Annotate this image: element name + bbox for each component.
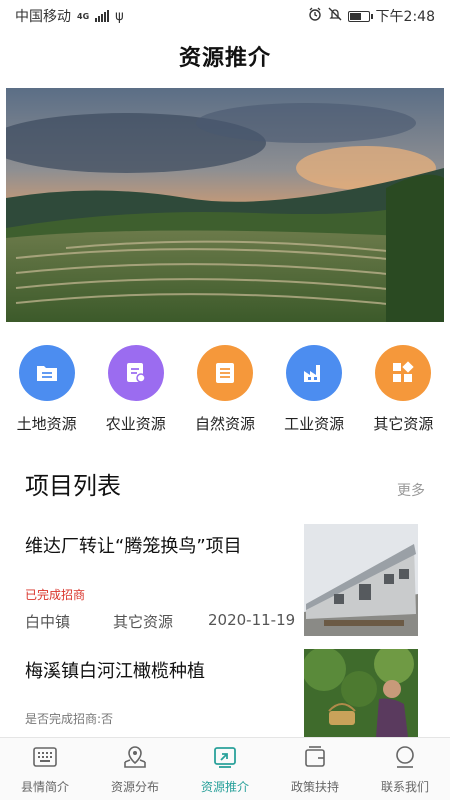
project-category: 其它资源 — [113, 613, 174, 631]
keyboard-icon — [32, 744, 58, 774]
signal-icon — [95, 10, 110, 22]
project-date: 2020-11-19 — [208, 611, 296, 629]
tab-label: 联系我们 — [380, 779, 429, 794]
project-list-title: 项目列表 — [25, 472, 121, 500]
tab-county-intro[interactable]: 县情简介 — [0, 744, 90, 795]
project-title: 维达厂转让“腾笼换鸟”项目 — [25, 536, 242, 557]
category-label: 其它资源 — [373, 415, 434, 433]
category-agriculture[interactable]: 农业资源 — [92, 345, 180, 434]
carrier-label: 中国移动 — [15, 9, 71, 25]
bottom-tab-bar: 县情简介 资源分布 资源推介 政策扶持 联系我们 — [0, 737, 450, 800]
status-left: 中国移动 4G ψ — [15, 6, 124, 26]
category-label: 工业资源 — [284, 415, 345, 433]
category-other[interactable]: 其它资源 — [359, 345, 447, 434]
project-card[interactable]: 梅溪镇白河江橄榄种植 是否完成招商:否 — [0, 645, 450, 737]
project-town: 白中镇 — [25, 613, 71, 631]
category-land[interactable]: 土地资源 — [3, 345, 91, 434]
tab-label: 政策扶持 — [290, 779, 339, 794]
certificate-icon — [107, 345, 164, 401]
user-icon — [392, 744, 418, 774]
tab-contact-us[interactable]: 联系我们 — [360, 744, 450, 795]
category-label: 自然资源 — [194, 415, 255, 433]
grid-icon — [375, 345, 432, 401]
share-icon — [212, 744, 238, 774]
network-label: 4G — [77, 11, 90, 21]
alarm-icon — [308, 7, 322, 25]
project-thumbnail — [304, 524, 418, 636]
resource-categories: 土地资源 农业资源 自然资源 工业资源 其它资源 — [0, 345, 450, 434]
project-status: 是否完成招商:否 — [25, 712, 114, 726]
usb-icon: ψ — [115, 8, 124, 24]
tab-resource-map[interactable]: 资源分布 — [90, 744, 180, 795]
tab-resource-promo[interactable]: 资源推介 — [180, 744, 270, 795]
project-meta: 白中镇 其它资源 2020-11-19 — [25, 611, 295, 632]
category-industry[interactable]: 工业资源 — [270, 345, 358, 434]
status-bar: 中国移动 4G ψ 下午2:48 — [0, 0, 450, 32]
tab-label: 资源推介 — [200, 779, 249, 794]
banner-image[interactable] — [6, 88, 444, 322]
wallet-icon — [302, 744, 328, 774]
battery-icon — [347, 10, 373, 22]
folder-icon — [18, 345, 75, 401]
project-thumbnail — [304, 649, 418, 737]
tab-policy-support[interactable]: 政策扶持 — [270, 744, 360, 795]
category-label: 农业资源 — [105, 415, 166, 433]
factory-icon — [286, 345, 343, 401]
project-card[interactable]: 维达厂转让“腾笼换鸟”项目 已完成招商 白中镇 其它资源 2020-11-19 — [0, 520, 450, 640]
project-status: 已完成招商 — [25, 588, 86, 602]
clock-label: 下午2:48 — [375, 9, 435, 25]
more-link[interactable]: 更多 — [397, 480, 425, 500]
project-title: 梅溪镇白河江橄榄种植 — [25, 661, 205, 682]
list-icon — [196, 345, 253, 401]
mute-icon — [328, 7, 342, 25]
category-label: 土地资源 — [16, 415, 77, 433]
category-nature[interactable]: 自然资源 — [181, 345, 269, 434]
tab-label: 县情简介 — [20, 779, 69, 794]
status-right: 下午2:48 — [308, 6, 435, 26]
page-title: 资源推介 — [178, 46, 271, 71]
map-pin-icon — [122, 744, 148, 774]
tab-label: 资源分布 — [110, 779, 159, 794]
